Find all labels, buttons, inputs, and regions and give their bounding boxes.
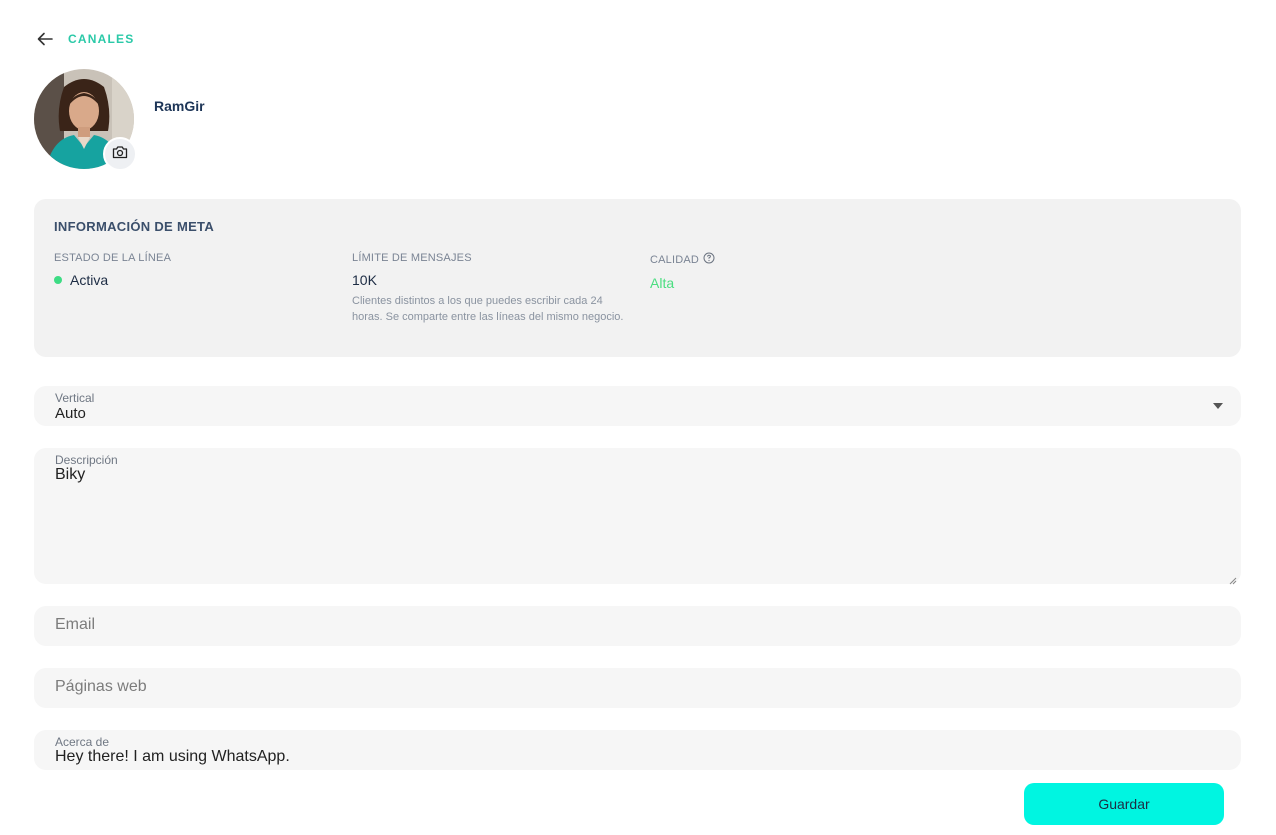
message-limit-note: Clientes distintos a los que puedes escr… [352,295,624,323]
line-status-value: Activa [54,272,171,288]
quality-label: CALIDAD [650,253,700,266]
description-label: Descripción [55,453,118,467]
quality-section: CALIDAD Alta [650,252,715,291]
change-photo-button[interactable] [103,137,137,171]
meta-info-card: INFORMACIÓN DE META ESTADO DE LA LÍNEA A… [34,199,1241,357]
back-to-channels[interactable]: CANALES [36,30,134,48]
quality-label-row: CALIDAD [650,252,715,267]
about-field[interactable]: Acerca de Hey there! I am using WhatsApp… [34,730,1241,770]
status-dot-icon [54,276,62,284]
caret-down-icon[interactable] [1213,403,1223,409]
email-field[interactable]: Email [34,606,1241,646]
resize-handle-icon[interactable] [1228,572,1237,585]
message-limit-value: 10K [352,272,377,288]
email-placeholder: Email [55,616,96,633]
about-label: Acerca de [55,735,110,749]
save-button[interactable]: Guardar [1024,783,1224,825]
about-value: Hey there! I am using WhatsApp. [55,748,290,765]
vertical-select[interactable]: Vertical Auto [34,386,1241,426]
vertical-value: Auto [55,405,86,422]
help-icon[interactable] [703,252,715,267]
description-textarea[interactable]: Descripción Biky [34,448,1241,585]
websites-placeholder: Páginas web [55,678,147,695]
profile-name: RamGir [154,98,205,114]
meta-info-title: INFORMACIÓN DE META [54,219,215,234]
message-limit-label: LÍMITE DE MENSAJES [352,252,472,264]
message-limit-section: LÍMITE DE MENSAJES 10K Clientes distinto… [352,252,624,325]
profile-avatar-container [34,69,137,171]
websites-field[interactable]: Páginas web [34,668,1241,708]
line-status-label: ESTADO DE LA LÍNEA [54,252,172,264]
camera-icon [112,145,128,164]
arrow-left-icon[interactable] [36,30,54,48]
line-status-section: ESTADO DE LA LÍNEA Activa [54,252,171,288]
description-value: Biky [55,466,86,483]
quality-value: Alta [650,275,675,291]
line-status-text: Activa [70,272,109,288]
vertical-label: Vertical [55,391,95,405]
back-label[interactable]: CANALES [68,32,134,46]
